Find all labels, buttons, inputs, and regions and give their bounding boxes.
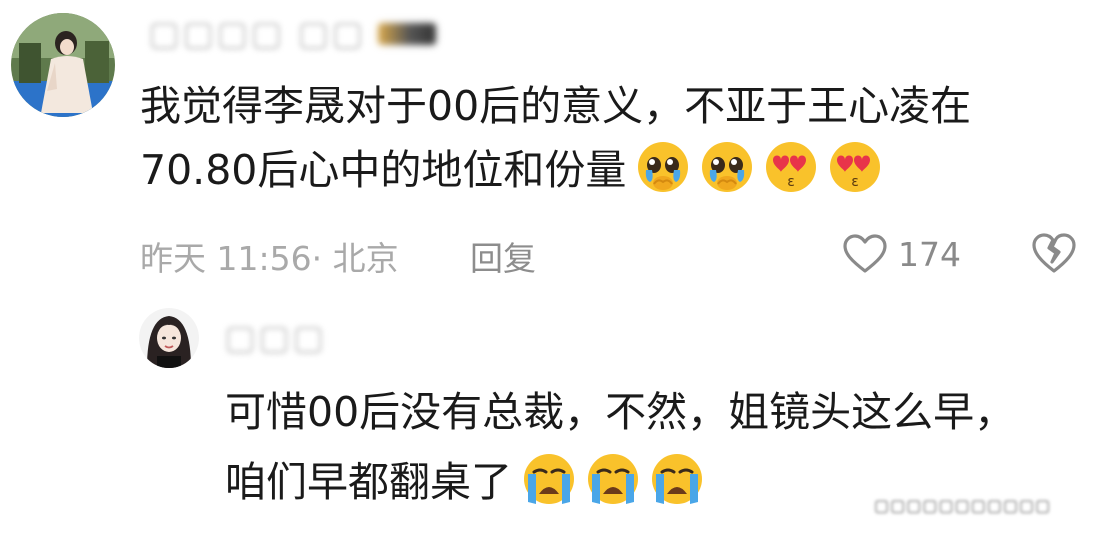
like-button[interactable]: 174 bbox=[842, 230, 961, 278]
crying-face-emoji bbox=[650, 452, 704, 506]
dislike-button[interactable] bbox=[1030, 231, 1078, 275]
comment-text: 我觉得李晟对于00后的意义，不亚于王心凌在 70.80后心中的地位和份量 ε ε bbox=[140, 76, 971, 200]
like-count: 174 bbox=[898, 234, 961, 274]
user-badge-icon bbox=[378, 23, 437, 45]
svg-text:ε: ε bbox=[852, 174, 860, 190]
heart-icon bbox=[842, 233, 888, 275]
broken-heart-icon bbox=[1030, 231, 1078, 279]
comment-text-line-2: 70.80后心中的地位和份量 ε ε bbox=[140, 140, 971, 200]
heart-eyes-kiss-emoji: ε bbox=[828, 140, 882, 194]
commenter-avatar[interactable] bbox=[11, 13, 115, 117]
svg-text:ε: ε bbox=[788, 174, 796, 190]
reply-text-line-1: 可惜00后没有总裁，不然，姐镜头这么早， bbox=[225, 388, 1016, 436]
pleading-face-emoji bbox=[700, 140, 754, 194]
crying-face-emoji bbox=[586, 452, 640, 506]
watermark: ▢▢▢▢▢▢▢▢▢▢▢ bbox=[874, 496, 1052, 515]
replier-username[interactable]: ▢▢▢ bbox=[224, 318, 326, 358]
comment-text-line-1: 我觉得李晟对于00后的意义，不亚于王心凌在 bbox=[140, 82, 972, 130]
crying-face-emoji bbox=[522, 452, 576, 506]
replier-avatar[interactable] bbox=[139, 308, 199, 368]
reply-text: 可惜00后没有总裁，不然，姐镜头这么早， 咱们早都翻桌了 bbox=[225, 382, 1015, 512]
pleading-face-emoji bbox=[636, 140, 690, 194]
commenter-username[interactable]: ▢▢▢▢ ▢▢ bbox=[148, 14, 437, 54]
heart-eyes-kiss-emoji: ε bbox=[764, 140, 818, 194]
comment-timestamp: 昨天 11:56· 北京 bbox=[140, 239, 399, 278]
reply-button[interactable]: 回复 bbox=[470, 232, 536, 280]
